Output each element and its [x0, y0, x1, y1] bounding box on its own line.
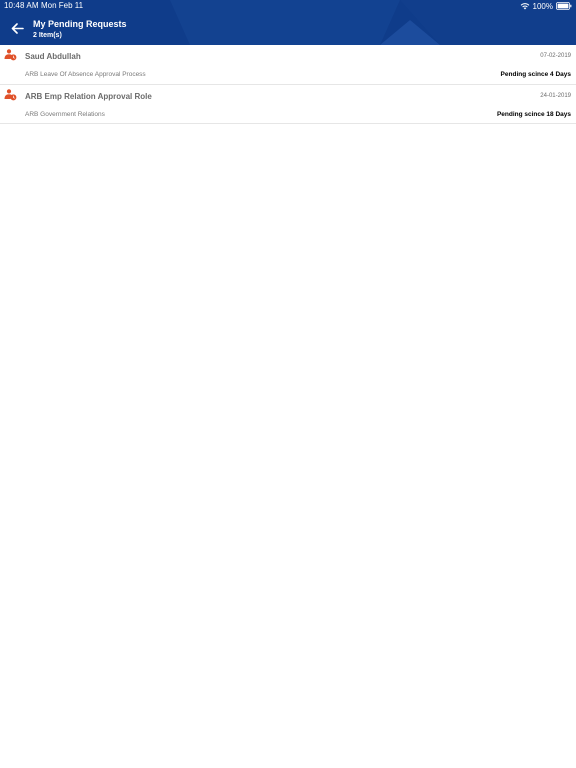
page-title: My Pending Requests: [33, 19, 127, 29]
battery-percent: 100%: [532, 1, 553, 11]
status-date: Mon Feb 11: [41, 1, 84, 10]
status-indicators: 100%: [520, 1, 572, 11]
battery-icon: [556, 2, 572, 10]
status-bar: 10:48 AM Mon Feb 11 100%: [0, 0, 576, 12]
user-pending-icon: [4, 88, 17, 100]
app-header: 10:48 AM Mon Feb 11 100% My Pending Requ…: [0, 0, 576, 45]
request-pending-status: Pending scince 4 Days: [500, 71, 571, 78]
list-item[interactable]: Saud Abdullah 07-02-2019 ARB Leave Of Ab…: [0, 45, 576, 85]
wifi-icon: [520, 3, 529, 10]
request-date: 07-02-2019: [540, 53, 571, 59]
back-button[interactable]: [7, 19, 27, 37]
arrow-left-icon: [11, 22, 24, 34]
request-pending-status: Pending scince 18 Days: [496, 110, 571, 118]
pending-requests-list: Saud Abdullah 07-02-2019 ARB Leave Of Ab…: [0, 45, 576, 124]
user-pending-icon: [4, 49, 17, 61]
request-process: ARB Leave Of Absence Approval Process: [25, 71, 146, 78]
request-title: ARB Emp Relation Approval Role: [25, 91, 152, 101]
request-process: ARB Government Relations: [25, 110, 105, 118]
request-title: Saud Abdullah: [25, 52, 81, 61]
list-item[interactable]: ARB Emp Relation Approval Role 24-01-201…: [0, 85, 576, 124]
request-date: 24-01-2019: [540, 92, 571, 99]
status-time: 10:48 AM: [4, 1, 39, 10]
item-count: 2 Item(s): [33, 32, 62, 39]
title-block: My Pending Requests 2 Item(s): [33, 18, 127, 41]
